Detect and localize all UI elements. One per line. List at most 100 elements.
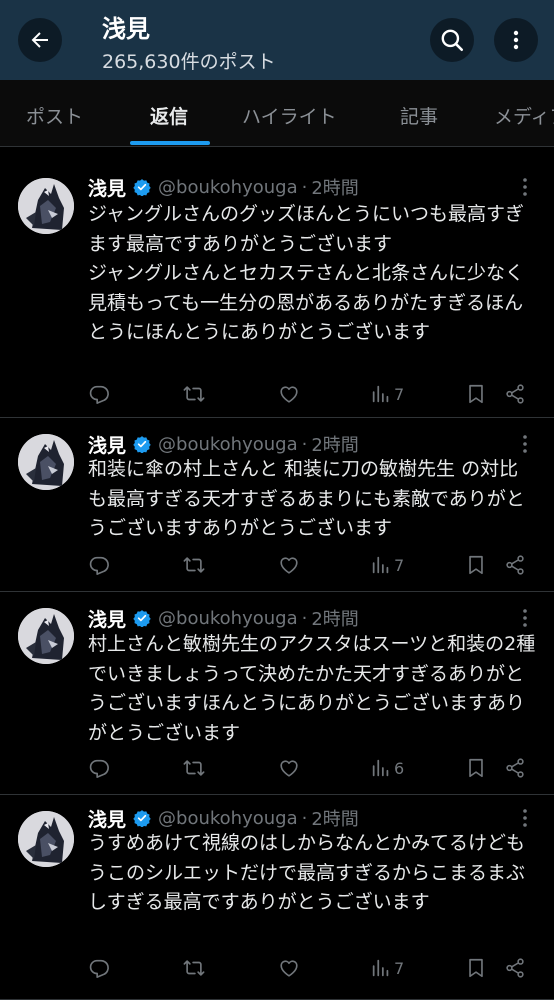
author-name[interactable]: 浅見: [88, 605, 126, 632]
profile-name: 浅見: [102, 15, 150, 43]
more-vertical-icon: [513, 30, 519, 50]
post-text: 和装に傘の村上さんと 和装に刀の敏樹先生 の対比も最高すぎる天才すぎるあまりにも…: [88, 458, 525, 539]
avatar-image: [18, 178, 74, 234]
separator-dot: ·: [301, 607, 308, 629]
like-button[interactable]: [278, 757, 300, 779]
views-icon: [372, 385, 389, 403]
avatar[interactable]: [18, 608, 74, 664]
reply-button[interactable]: [88, 957, 110, 979]
post-actions: 7: [0, 955, 554, 983]
bookmark-icon: [469, 958, 483, 978]
post-header: 浅見 @boukohyouga · 2時間: [88, 604, 359, 632]
tab-media[interactable]: メディア: [494, 102, 554, 129]
bookmark-icon: [469, 555, 483, 575]
author-handle[interactable]: @boukohyouga: [158, 177, 298, 198]
tab-replies[interactable]: 返信: [150, 102, 188, 129]
reply-icon: [89, 759, 109, 778]
share-button[interactable]: [504, 383, 526, 405]
repost-icon: [183, 557, 205, 573]
views-button[interactable]: 7: [370, 957, 404, 979]
bookmark-button[interactable]: [465, 554, 487, 576]
repost-icon: [183, 960, 205, 976]
bookmark-button[interactable]: [465, 757, 487, 779]
views-count: 7: [394, 555, 405, 575]
like-icon: [280, 960, 298, 977]
views-count: 7: [394, 384, 405, 404]
repost-button[interactable]: [183, 757, 205, 779]
repost-button[interactable]: [183, 554, 205, 576]
post-time[interactable]: 2時間: [311, 174, 358, 200]
tab-posts[interactable]: ポスト: [26, 102, 83, 129]
author-name[interactable]: 浅見: [88, 805, 126, 832]
like-icon: [280, 386, 298, 403]
more-options-button[interactable]: [494, 18, 538, 62]
share-button[interactable]: [504, 957, 526, 979]
bookmark-icon: [469, 758, 483, 778]
post-time[interactable]: 2時間: [311, 805, 358, 831]
more-vertical-icon[interactable]: [518, 608, 532, 628]
post-text: 村上さんと敏樹先生のアクスタはスーツと和装の2種でいきましょうって決めたかた天才…: [88, 633, 536, 744]
views-button[interactable]: 7: [370, 383, 404, 405]
reply-post[interactable]: 浅見 @boukohyouga · 2時間 ジャングルさんのグッズほんとうにいつ…: [0, 152, 554, 418]
reply-button[interactable]: [88, 757, 110, 779]
views-icon: [372, 959, 389, 977]
tab-highlights[interactable]: ハイライト: [242, 102, 337, 129]
repost-button[interactable]: [183, 957, 205, 979]
post-time[interactable]: 2時間: [311, 431, 358, 457]
verified-badge-icon: [133, 810, 151, 827]
active-tab-indicator: [130, 141, 210, 145]
reply-post[interactable]: 浅見 @boukohyouga · 2時間 村上さんと敏樹先生のアクスタはスーツ…: [0, 592, 554, 795]
author-handle[interactable]: @boukohyouga: [158, 808, 298, 829]
like-button[interactable]: [278, 383, 300, 405]
post-time[interactable]: 2時間: [311, 605, 358, 631]
more-vertical-icon[interactable]: [518, 177, 532, 197]
reply-post[interactable]: 浅見 @boukohyouga · 2時間 うすめあけて視線のはしからなんとかみ…: [0, 795, 554, 1000]
avatar[interactable]: [18, 811, 74, 867]
avatar-image: [18, 434, 74, 490]
profile-tabs: ポスト 返信 ハイライト 記事 メディア: [0, 80, 554, 146]
reply-button[interactable]: [88, 383, 110, 405]
like-icon: [280, 760, 298, 777]
reply-icon: [89, 959, 109, 978]
author-handle[interactable]: @boukohyouga: [158, 608, 298, 629]
more-vertical-icon[interactable]: [518, 434, 532, 454]
reply-icon: [89, 556, 109, 575]
author-handle[interactable]: @boukohyouga: [158, 434, 298, 455]
verified-badge-icon: [133, 436, 151, 453]
share-button[interactable]: [504, 554, 526, 576]
views-button[interactable]: 6: [370, 757, 404, 779]
share-icon: [506, 758, 524, 778]
tab-articles[interactable]: 記事: [400, 102, 438, 129]
more-vertical-icon[interactable]: [518, 808, 532, 828]
search-icon: [441, 29, 464, 52]
author-name[interactable]: 浅見: [88, 431, 126, 458]
reply-icon: [89, 385, 109, 404]
verified-badge-icon: [133, 179, 151, 196]
post-text: うすめあけて視線のはしからなんとかみてるけどもうこのシルエットだけで最高すぎるか…: [88, 832, 526, 913]
like-button[interactable]: [278, 554, 300, 576]
bookmark-button[interactable]: [465, 957, 487, 979]
views-button[interactable]: 7: [370, 554, 404, 576]
like-button[interactable]: [278, 957, 300, 979]
views-count: 6: [394, 758, 405, 778]
share-icon: [506, 384, 524, 404]
reply-button[interactable]: [88, 554, 110, 576]
avatar-image: [18, 608, 74, 664]
avatar-image: [18, 811, 74, 867]
share-icon: [506, 555, 524, 575]
search-button[interactable]: [430, 18, 474, 62]
repost-button[interactable]: [183, 383, 205, 405]
post-header: 浅見 @boukohyouga · 2時間: [88, 173, 359, 201]
back-button[interactable]: [18, 18, 62, 62]
post-actions: 7: [0, 381, 554, 409]
avatar[interactable]: [18, 434, 74, 490]
share-button[interactable]: [504, 757, 526, 779]
bookmark-icon: [469, 384, 483, 404]
like-icon: [280, 557, 298, 574]
reply-post[interactable]: 浅見 @boukohyouga · 2時間 和装に傘の村上さんと 和装に刀の敏樹…: [0, 418, 554, 592]
bookmark-button[interactable]: [465, 383, 487, 405]
author-name[interactable]: 浅見: [88, 174, 126, 201]
views-icon: [372, 556, 389, 574]
repost-icon: [183, 760, 205, 776]
avatar[interactable]: [18, 178, 74, 234]
